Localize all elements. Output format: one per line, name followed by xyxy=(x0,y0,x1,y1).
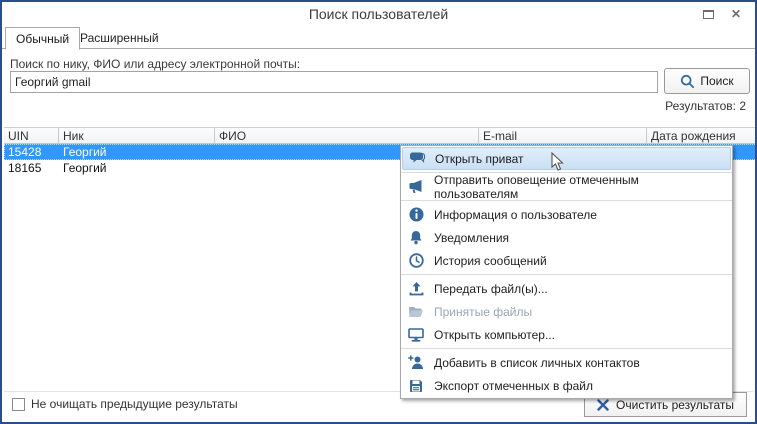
tab-advanced[interactable]: Расширенный xyxy=(70,27,169,50)
cell-nick: Георгий xyxy=(63,145,107,159)
menu-item-label: Открыть компьютер... xyxy=(434,327,555,342)
menu-item-send-files[interactable]: Передать файл(ы)... xyxy=(401,277,732,300)
menu-item-label: Информация о пользователе xyxy=(434,207,597,222)
cell-uin: 18165 xyxy=(8,161,42,175)
menu-item-label: Экспорт отмеченных в файл xyxy=(434,378,593,393)
menu-item-label: Отправить оповещение отмеченным пользова… xyxy=(434,172,639,201)
info-icon xyxy=(407,207,425,223)
save-icon xyxy=(407,378,425,394)
menu-item-message-history[interactable]: История сообщений xyxy=(401,249,732,272)
maximize-icon xyxy=(702,9,714,19)
results-count: Результатов: 2 xyxy=(665,99,746,113)
search-button[interactable]: Поиск xyxy=(664,68,750,94)
menu-separator xyxy=(401,348,732,349)
clear-results-label: Очистить результаты xyxy=(616,397,734,412)
column-header-email[interactable]: E-mail xyxy=(479,128,647,143)
column-header-fio[interactable]: ФИО xyxy=(215,128,479,143)
window-title: Поиск пользователей xyxy=(308,6,449,22)
menu-item-send-alert[interactable]: Отправить оповещение отмеченным пользова… xyxy=(401,172,732,201)
table-header: UIN Ник ФИО E-mail Дата рождения xyxy=(4,127,755,144)
menu-item-open-computer[interactable]: Открыть компьютер... xyxy=(401,323,732,346)
search-button-label: Поиск xyxy=(700,74,734,88)
computer-icon xyxy=(407,327,425,343)
titlebar: Поиск пользователей ✕ xyxy=(2,2,755,26)
menu-item-open-private[interactable]: Открыть приват xyxy=(402,147,731,170)
close-icon: ✕ xyxy=(730,7,742,21)
clock-icon xyxy=(407,253,425,269)
menu-separator xyxy=(401,274,732,275)
person-add-icon xyxy=(407,355,425,371)
folder-open-icon xyxy=(407,304,425,320)
context-menu: Открыть приват Отправить оповещение отме… xyxy=(400,145,733,399)
search-label: Поиск по нику, ФИО или адресу электронно… xyxy=(10,57,301,71)
x-icon xyxy=(597,398,609,411)
maximize-button[interactable] xyxy=(695,5,721,23)
tab-bar: Обычный Расширенный xyxy=(2,26,755,50)
close-button[interactable]: ✕ xyxy=(723,5,749,23)
menu-item-export[interactable]: Экспорт отмеченных в файл xyxy=(401,374,732,397)
keep-results-checkbox[interactable] xyxy=(12,397,25,411)
menu-item-notifications[interactable]: Уведомления xyxy=(401,226,732,249)
user-search-window: Поиск пользователей ✕ Обычный Расширенны… xyxy=(0,0,757,424)
column-header-birth[interactable]: Дата рождения xyxy=(647,128,755,143)
search-input[interactable] xyxy=(10,71,658,93)
tab-simple[interactable]: Обычный xyxy=(5,27,81,50)
menu-item-label: Уведомления xyxy=(434,230,510,245)
megaphone-icon xyxy=(407,179,425,195)
magnifier-icon xyxy=(680,74,695,89)
keep-results-label: Не очищать предыдущие результаты xyxy=(31,397,238,411)
menu-item-user-info[interactable]: Информация о пользователе xyxy=(401,203,732,226)
chat-icon xyxy=(408,151,426,167)
cell-uin: 15428 xyxy=(8,145,42,159)
upload-icon xyxy=(407,281,425,297)
column-header-nick[interactable]: Ник xyxy=(59,128,215,143)
cell-nick: Георгий xyxy=(63,161,107,175)
menu-item-label: История сообщений xyxy=(434,253,547,268)
menu-item-label: Передать файл(ы)... xyxy=(434,281,548,296)
menu-item-label: Открыть приват xyxy=(435,151,524,166)
menu-item-label: Добавить в список личных контактов xyxy=(434,355,640,370)
menu-item-received-files: Принятые файлы xyxy=(401,300,732,323)
bell-icon xyxy=(407,230,425,246)
column-header-uin[interactable]: UIN xyxy=(4,128,59,143)
menu-item-label: Принятые файлы xyxy=(434,304,533,319)
menu-item-add-contact[interactable]: Добавить в список личных контактов xyxy=(401,351,732,374)
